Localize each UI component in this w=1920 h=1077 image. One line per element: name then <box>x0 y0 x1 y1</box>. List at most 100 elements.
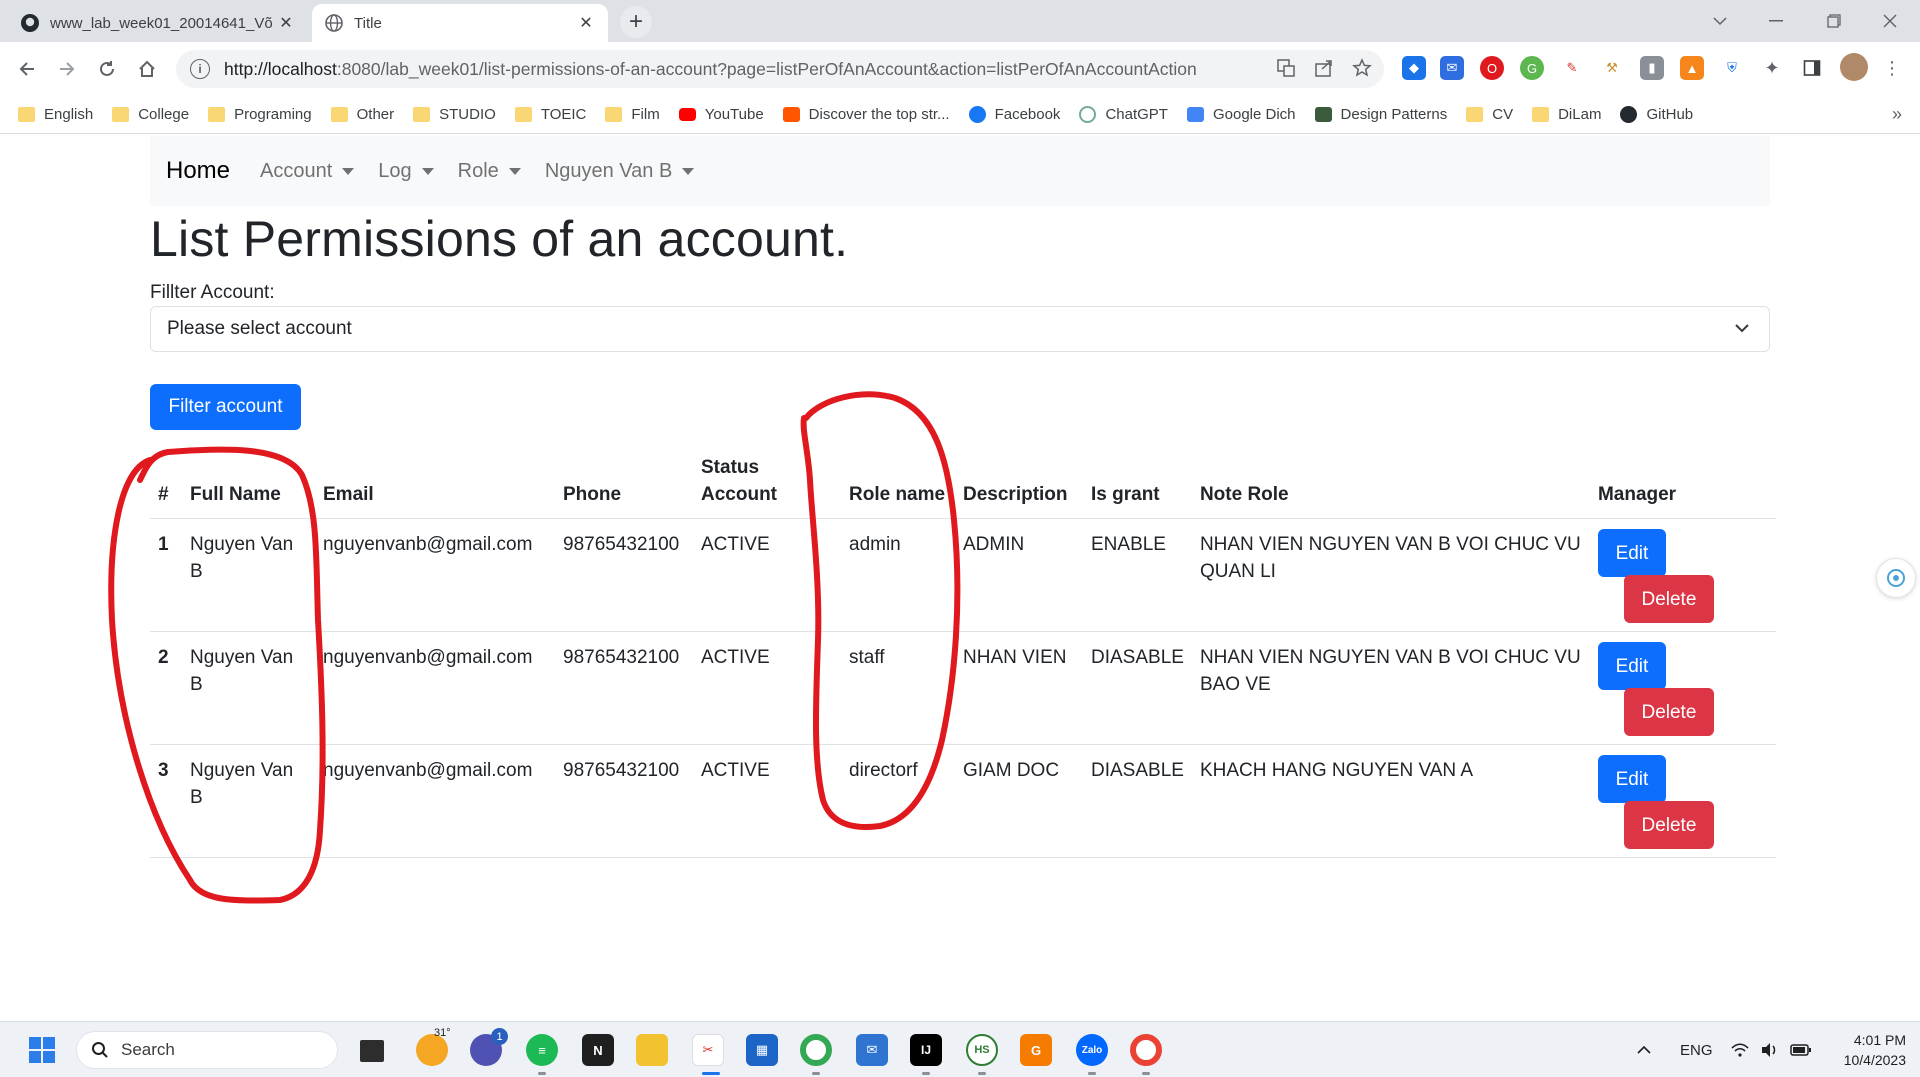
volume-icon[interactable] <box>1760 1022 1780 1077</box>
forward-icon[interactable] <box>50 52 84 86</box>
bookmark-chatgpt[interactable]: ChatGPT <box>1079 106 1168 123</box>
delete-button[interactable]: Delete <box>1623 801 1714 849</box>
address-bar[interactable]: i http://localhost:8080/lab_week01/list-… <box>176 50 1384 88</box>
bookmark-google-dich[interactable]: Google Dich <box>1186 106 1296 123</box>
share-icon[interactable] <box>1314 58 1334 83</box>
bookmark-other[interactable]: Other <box>330 106 394 123</box>
bookmark-facebook[interactable]: Facebook <box>968 106 1060 123</box>
zalo-icon[interactable]: Zalo <box>1076 1034 1108 1066</box>
row-index: 1 <box>150 518 182 632</box>
edit-button[interactable]: Edit <box>1597 755 1666 803</box>
edit-button[interactable]: Edit <box>1597 642 1666 690</box>
shield-icon[interactable]: ⛨ <box>1720 56 1744 80</box>
bookmarks-bar: English College Programing Other STUDIO … <box>0 96 1920 134</box>
extension-hammer-icon[interactable]: ⚒ <box>1600 56 1624 80</box>
account-select[interactable]: Please select account <box>150 306 1770 352</box>
bookmark-toeic[interactable]: TOEIC <box>514 106 586 123</box>
chrome-icon[interactable] <box>800 1034 832 1066</box>
nav-user-dropdown[interactable]: Nguyen Van B <box>545 160 695 183</box>
row-is-grant: ENABLE <box>1083 518 1192 632</box>
bookmark-design-patterns[interactable]: Design Patterns <box>1314 106 1447 123</box>
bookmark-studio[interactable]: STUDIO <box>413 106 496 123</box>
design-patterns-icon <box>1314 107 1332 122</box>
nav-account-dropdown[interactable]: Account <box>260 160 355 183</box>
pdf-app-icon[interactable]: G <box>1020 1034 1052 1066</box>
home-icon[interactable] <box>130 52 164 86</box>
col-header-role: Role name <box>841 448 955 519</box>
edit-button[interactable]: Edit <box>1597 529 1666 577</box>
wifi-icon[interactable] <box>1730 1022 1750 1077</box>
delete-button[interactable]: Delete <box>1623 688 1714 736</box>
spotify-icon[interactable]: ≡ <box>526 1034 558 1066</box>
battery-icon[interactable] <box>1790 1022 1812 1077</box>
close-window-icon[interactable] <box>1862 0 1918 42</box>
bookmark-film[interactable]: Film <box>605 106 660 123</box>
show-hidden-icons-chevron-up-icon[interactable] <box>1636 1022 1652 1077</box>
language-indicator[interactable]: ENG <box>1680 1022 1713 1077</box>
running-indicator <box>978 1072 986 1075</box>
floating-assistant-icon[interactable] <box>1876 558 1916 598</box>
site-navbar: Home Account Log Role Nguyen Van B <box>150 136 1770 206</box>
bookmark-dilam[interactable]: DiLam <box>1532 106 1601 123</box>
windows-start-icon[interactable] <box>26 1034 58 1066</box>
bookmark-programing[interactable]: Programing <box>208 106 312 123</box>
site-info-icon[interactable]: i <box>190 59 210 79</box>
back-icon[interactable] <box>10 52 44 86</box>
running-indicator <box>812 1072 820 1075</box>
bookmark-youtube[interactable]: YouTube <box>678 106 764 123</box>
tab-title: Title <box>354 14 382 32</box>
more-bookmarks-icon[interactable]: » <box>1892 104 1902 125</box>
tab-github-repo[interactable]: www_lab_week01_20014641_Võ ✕ <box>8 4 308 42</box>
notion-icon[interactable]: N <box>582 1034 614 1066</box>
store-icon[interactable]: ▦ <box>746 1034 778 1066</box>
extension-pen-icon[interactable]: ✎ <box>1560 56 1584 80</box>
extensions-puzzle-icon[interactable]: ✦ <box>1760 56 1784 80</box>
close-tab-icon[interactable]: ✕ <box>276 13 296 33</box>
restore-icon[interactable] <box>1806 0 1862 42</box>
bookmark-cv[interactable]: CV <box>1466 106 1513 123</box>
nav-log-dropdown[interactable]: Log <box>378 160 434 183</box>
task-view-icon[interactable] <box>360 1040 384 1062</box>
reload-icon[interactable] <box>90 52 124 86</box>
bookmark-college[interactable]: College <box>112 106 189 123</box>
delete-button[interactable]: Delete <box>1623 575 1714 623</box>
row-note: KHACH HANG NGUYEN VAN A <box>1191 744 1590 858</box>
menu-kebab-icon[interactable]: ⋮ <box>1880 56 1904 80</box>
folder-icon <box>330 107 348 122</box>
file-explorer-icon[interactable] <box>636 1034 668 1066</box>
chrome-profile-icon[interactable] <box>1130 1034 1162 1066</box>
new-tab-button[interactable]: + <box>620 6 652 38</box>
extension-grammar-icon[interactable]: G <box>1520 56 1544 80</box>
tab-title-active[interactable]: Title ✕ <box>312 4 608 42</box>
globe-icon <box>324 13 344 33</box>
row-phone: 98765432100 <box>555 518 693 632</box>
row-description: NHAN VIEN <box>955 631 1083 745</box>
bookmark-english[interactable]: English <box>18 106 93 123</box>
side-panel-icon[interactable] <box>1800 56 1824 80</box>
snipping-tool-icon[interactable]: ✂ <box>692 1034 724 1066</box>
bookmark-soundcloud[interactable]: Discover the top str... <box>782 106 950 123</box>
nav-role-dropdown[interactable]: Role <box>458 160 521 183</box>
taskbar-search[interactable]: Search <box>76 1031 338 1069</box>
system-clock[interactable]: 4:01 PM 10/4/2023 <box>1826 1030 1906 1070</box>
github-icon <box>1620 106 1638 123</box>
folder-icon <box>112 107 130 122</box>
nav-home-link[interactable]: Home <box>166 157 230 185</box>
bookmark-star-icon[interactable] <box>1352 58 1372 83</box>
extension-opera-icon[interactable]: O <box>1480 56 1504 80</box>
bookmark-github[interactable]: GitHub <box>1620 106 1693 123</box>
intellij-icon[interactable]: IJ <box>910 1034 942 1066</box>
extension-card-icon[interactable]: ▮ <box>1640 56 1664 80</box>
mail-icon[interactable]: ✉ <box>856 1034 888 1066</box>
filter-account-button[interactable]: Filter account <box>150 384 301 430</box>
extension-drop-icon[interactable]: ◆ <box>1402 56 1426 80</box>
profile-avatar[interactable] <box>1840 53 1868 81</box>
metamask-icon[interactable]: ▲ <box>1680 56 1704 80</box>
minimize-icon[interactable] <box>1748 0 1804 42</box>
row-note: NHAN VIEN NGUYEN VAN B VOI CHUC VU BAO V… <box>1191 631 1590 745</box>
extension-mail-icon[interactable]: ✉ <box>1440 56 1464 80</box>
tab-search-icon[interactable] <box>1692 0 1748 42</box>
translate-icon[interactable] <box>1276 58 1296 83</box>
close-tab-icon[interactable]: ✕ <box>576 13 596 33</box>
hs-app-icon[interactable]: HS <box>966 1034 998 1066</box>
